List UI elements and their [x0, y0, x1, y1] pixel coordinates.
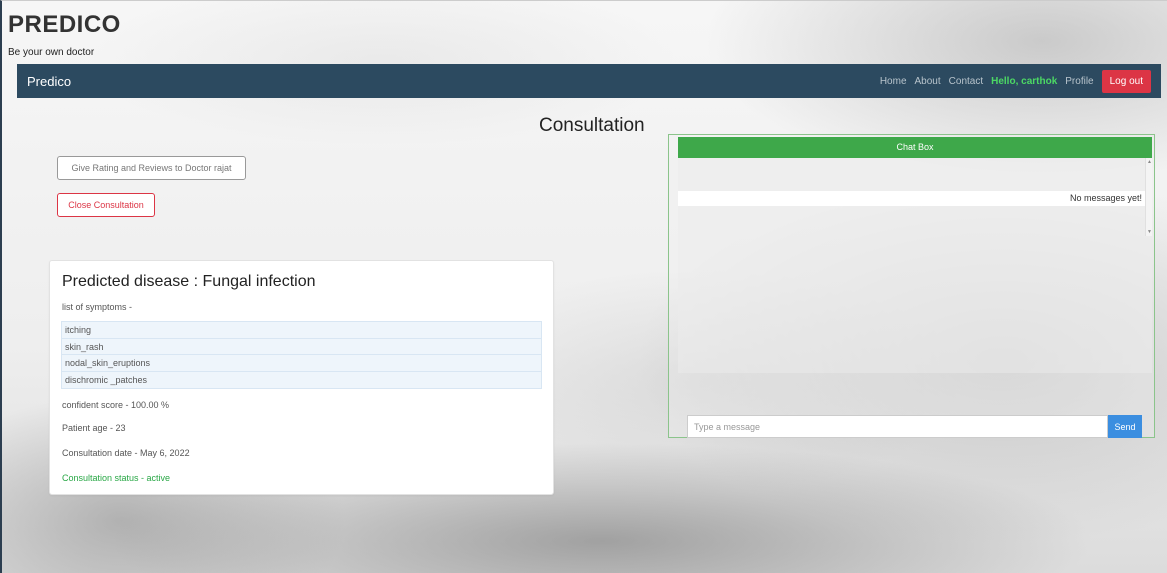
consultation-date: Consultation date - May 6, 2022 — [62, 448, 190, 458]
logout-button[interactable]: Log out — [1101, 69, 1151, 93]
confidence-score: confident score - 100.00 % — [62, 400, 170, 410]
chat-scrollbar[interactable]: ▲ ▼ — [1145, 158, 1152, 236]
message-input[interactable] — [687, 415, 1108, 438]
symptom-list: itching skin_rash nodal_skin_eruptions d… — [61, 321, 542, 389]
symptom-item: skin_rash — [62, 338, 541, 355]
nav-link-profile[interactable]: Profile — [1065, 76, 1093, 87]
navbar-links: Home About Contact Hello, carthok Profil… — [880, 69, 1151, 93]
send-button[interactable]: Send — [1108, 415, 1142, 438]
user-greeting: Hello, carthok — [991, 75, 1058, 87]
chat-box-header: Chat Box — [678, 137, 1152, 158]
site-tagline: Be your own doctor — [8, 47, 95, 58]
nav-link-contact[interactable]: Contact — [949, 76, 983, 87]
prediction-card: Predicted disease : Fungal infection lis… — [49, 260, 554, 495]
symptom-item: nodal_skin_eruptions — [62, 355, 541, 372]
symptom-item: dischromic _patches — [62, 371, 541, 388]
close-consultation-button[interactable]: Close Consultation — [57, 193, 155, 217]
top-navbar: Predico Home About Contact Hello, cartho… — [17, 64, 1161, 98]
no-messages-text: No messages yet! — [678, 191, 1145, 206]
chat-messages-area[interactable]: No messages yet! ▲ ▼ — [678, 158, 1152, 373]
consultation-status: Consultation status - active — [62, 473, 171, 483]
scroll-down-arrow-icon[interactable]: ▼ — [1146, 228, 1153, 236]
page-title: Consultation — [539, 115, 645, 136]
nav-link-home[interactable]: Home — [880, 76, 907, 87]
symptoms-label: list of symptoms - — [62, 302, 133, 312]
navbar-brand[interactable]: Predico — [27, 74, 71, 89]
symptom-item: itching — [62, 322, 541, 339]
scroll-up-arrow-icon[interactable]: ▲ — [1146, 158, 1153, 166]
app-frame: PREDICO Be your own doctor Predico Home … — [0, 0, 1167, 573]
rate-doctor-button[interactable]: Give Rating and Reviews to Doctor rajat — [57, 156, 246, 180]
nav-link-about[interactable]: About — [915, 76, 941, 87]
site-logo-title: PREDICO — [8, 11, 121, 38]
patient-age: Patient age - 23 — [62, 423, 126, 433]
predicted-disease-title: Predicted disease : Fungal infection — [62, 273, 316, 290]
chat-box: Chat Box No messages yet! ▲ ▼ — [668, 134, 1155, 438]
